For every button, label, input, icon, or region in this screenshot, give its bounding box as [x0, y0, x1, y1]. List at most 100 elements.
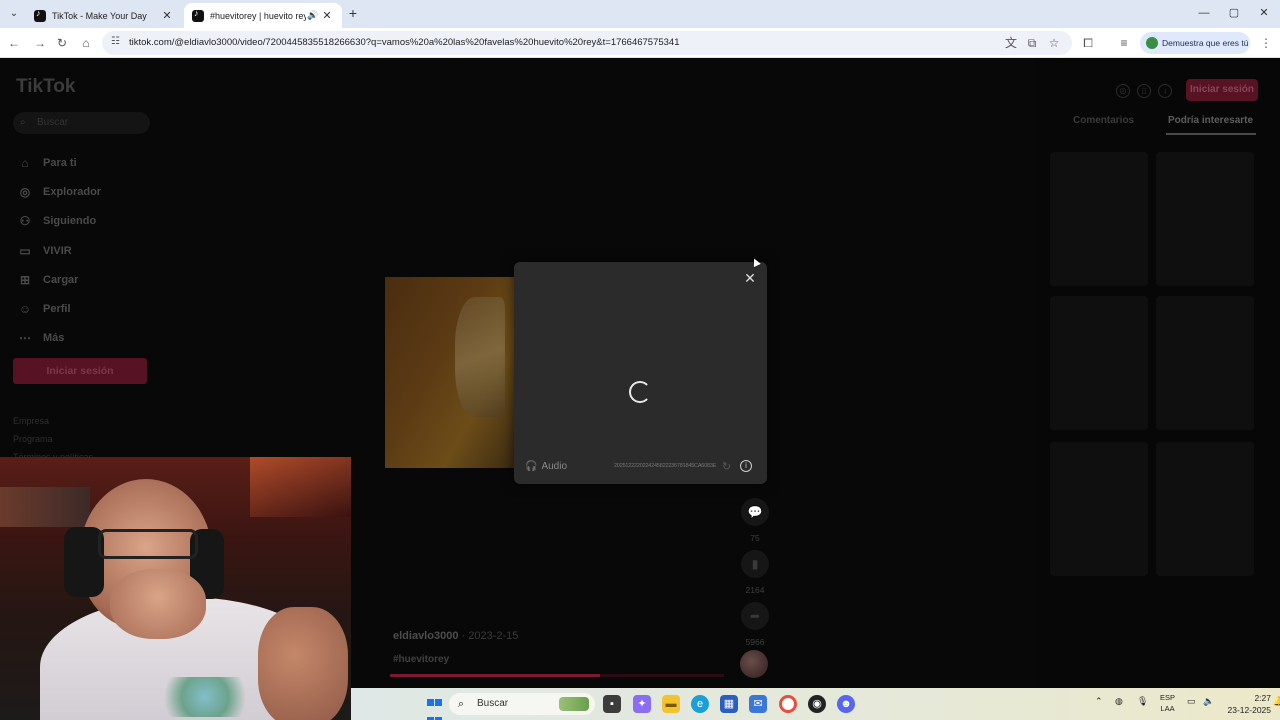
suggested-video-card[interactable]: [1050, 296, 1148, 430]
sidebar-item-cargar[interactable]: ⊞ Cargar: [16, 265, 101, 294]
chrome-icon[interactable]: [779, 695, 797, 713]
sidebar-item-mas[interactable]: ⋯ Más: [16, 324, 101, 353]
verify-identity-chip[interactable]: Demuestra que eres tú: [1140, 32, 1250, 54]
minimize-button[interactable]: —: [1194, 5, 1214, 21]
suggested-video-card[interactable]: [1156, 152, 1254, 286]
tab-close-icon[interactable]: ✕: [320, 9, 334, 22]
bookmark-icon[interactable]: ▮: [741, 550, 769, 578]
copilot-icon[interactable]: ✦: [633, 695, 651, 713]
video-progress-bar[interactable]: [390, 674, 724, 677]
header-login-button[interactable]: Iniciar sesión: [1186, 79, 1258, 101]
close-window-button[interactable]: ✕: [1254, 5, 1274, 21]
reload-icon[interactable]: ↻: [54, 35, 70, 51]
tab-comments[interactable]: Comentarios: [1073, 115, 1134, 126]
suggested-video-card[interactable]: [1156, 442, 1254, 576]
tv-icon[interactable]: ▯: [1137, 84, 1151, 98]
tab-close-icon[interactable]: ✕: [160, 9, 174, 22]
login-button[interactable]: Iniciar sesión: [13, 358, 147, 384]
sidebar-item-label: Perfil: [43, 303, 71, 316]
sidebar-item-explorador[interactable]: ◎ Explorador: [16, 177, 101, 206]
audio-button[interactable]: 🎧 Audio: [525, 461, 567, 472]
menu-kebab-icon[interactable]: ⋮: [1258, 35, 1274, 51]
bookmark-star-icon[interactable]: ☆: [1046, 35, 1062, 51]
translate-icon[interactable]: 文: [1003, 35, 1019, 51]
webcam-overlay: [0, 457, 351, 720]
sidebar-item-siguiendo[interactable]: ⚇ Siguiendo: [16, 207, 101, 236]
captcha-popup: ✕ 🎧 Audio 2025122220224245822236781845CA6…: [514, 262, 767, 484]
video-hashtag[interactable]: #huevitorey: [393, 654, 449, 665]
media-control-icon[interactable]: ≡: [1116, 35, 1132, 51]
music-disc-avatar[interactable]: [740, 650, 768, 678]
store-icon[interactable]: ▦: [720, 695, 738, 713]
video-thumbnail[interactable]: [385, 277, 515, 468]
mail-icon[interactable]: ✉: [749, 695, 767, 713]
footer-link-empresa[interactable]: Empresa: [13, 412, 93, 430]
cast-icon[interactable]: ⧉: [1024, 35, 1040, 51]
video-actions: 💬 75 ▮ 2164 ➦ 5966: [740, 498, 770, 654]
tab-podria-interesarte[interactable]: Podría interesarte: [1168, 115, 1253, 126]
comment-icon[interactable]: 💬: [741, 498, 769, 526]
video-author[interactable]: eldiavlo3000 · 2023-2-15: [393, 630, 518, 642]
speaker-icon[interactable]: 🔊: [306, 10, 320, 21]
microphone-icon[interactable]: 🎙: [1137, 696, 1148, 707]
tray-overflow-icon[interactable]: ⌃: [1095, 696, 1103, 707]
search-input[interactable]: ⌕ Buscar: [13, 112, 150, 134]
steam-icon[interactable]: ◉: [808, 695, 826, 713]
windows-start-icon[interactable]: [426, 695, 444, 720]
tab-tiktok-home[interactable]: TikTok - Make Your Day ✕: [26, 3, 182, 28]
download-icon[interactable]: ↓: [1158, 84, 1172, 98]
share-icon[interactable]: ➦: [741, 602, 769, 630]
webcam-shirt-print: [150, 677, 260, 717]
new-tab-button[interactable]: +: [346, 6, 360, 20]
file-explorer-icon[interactable]: ▬: [662, 695, 680, 713]
compass-icon[interactable]: ◎: [1116, 84, 1130, 98]
tab-huevitorey-active[interactable]: #huevitorey | huevito rey a 🔊 ✕: [184, 3, 342, 28]
sidebar-item-perfil[interactable]: ☺ Perfil: [16, 294, 101, 323]
sidebar-item-label: Explorador: [43, 185, 102, 198]
progress-fill: [390, 674, 601, 677]
search-highlight-image: [559, 697, 589, 711]
compass-icon: ◎: [19, 184, 31, 199]
loading-spinner-icon: [629, 381, 651, 403]
tray-app-icon[interactable]: ◍: [1115, 696, 1123, 707]
address-bar[interactable]: ☷ tiktok.com/@eldiavlo3000/video/7200445…: [102, 31, 1072, 55]
system-clock[interactable]: 2:27 23-12-2025: [1221, 692, 1271, 716]
suggested-video-card[interactable]: [1156, 296, 1254, 430]
windows-taskbar: ⌕ Buscar ▪ ✦ ▬ e ▦ ✉ ◉ ☻ ⌃ ◍ 🎙 ESP LAA ▭ …: [351, 688, 1280, 720]
task-view-icon[interactable]: ▪: [603, 695, 621, 713]
volume-icon[interactable]: 🔈: [1203, 696, 1214, 707]
footer-link-programa[interactable]: Programa: [13, 430, 93, 448]
notification-icon[interactable]: 🔔: [1273, 696, 1280, 707]
clock-date: 23-12-2025: [1227, 705, 1271, 715]
tiktok-favicon-icon: [34, 8, 46, 22]
post-date: · 2023-2-15: [458, 630, 519, 642]
close-icon[interactable]: ✕: [742, 270, 758, 286]
forward-arrow-icon[interactable]: →: [32, 35, 48, 51]
edge-icon[interactable]: e: [691, 695, 709, 713]
webcam-glasses: [98, 529, 198, 559]
discord-icon[interactable]: ☻: [837, 695, 855, 713]
suggested-video-card[interactable]: [1050, 152, 1148, 286]
site-settings-icon[interactable]: ☷: [111, 36, 120, 47]
tiktok-logo[interactable]: TikTok: [16, 76, 75, 98]
extensions-icon[interactable]: ⧠: [1080, 35, 1096, 51]
active-tab-underline: [1166, 133, 1256, 135]
sidebar-item-label: Cargar: [43, 273, 79, 286]
author-name: eldiavlo3000: [393, 630, 459, 642]
tiktok-favicon-icon: [192, 8, 204, 22]
network-icon[interactable]: ▭: [1187, 696, 1196, 707]
tab-search-dropdown-icon[interactable]: ⌄: [6, 6, 22, 22]
maximize-button[interactable]: ▢: [1224, 5, 1244, 21]
taskbar-search[interactable]: ⌕ Buscar: [449, 693, 595, 715]
keyboard-layout: LAA: [1160, 704, 1175, 713]
sidebar-item-vivir[interactable]: ▭ VIVIR: [16, 236, 101, 265]
language-indicator[interactable]: ESP LAA: [1160, 692, 1175, 714]
home-icon[interactable]: ⌂: [78, 35, 94, 51]
save-count: 2164: [745, 585, 765, 595]
info-icon[interactable]: i: [740, 460, 752, 472]
url-text: tiktok.com/@eldiavlo3000/video/720044583…: [129, 37, 680, 48]
back-arrow-icon[interactable]: ←: [6, 35, 22, 51]
suggested-video-card[interactable]: [1050, 442, 1148, 576]
sidebar-item-para-ti[interactable]: ⌂ Para ti: [16, 148, 101, 177]
refresh-icon[interactable]: ↻: [722, 460, 731, 473]
